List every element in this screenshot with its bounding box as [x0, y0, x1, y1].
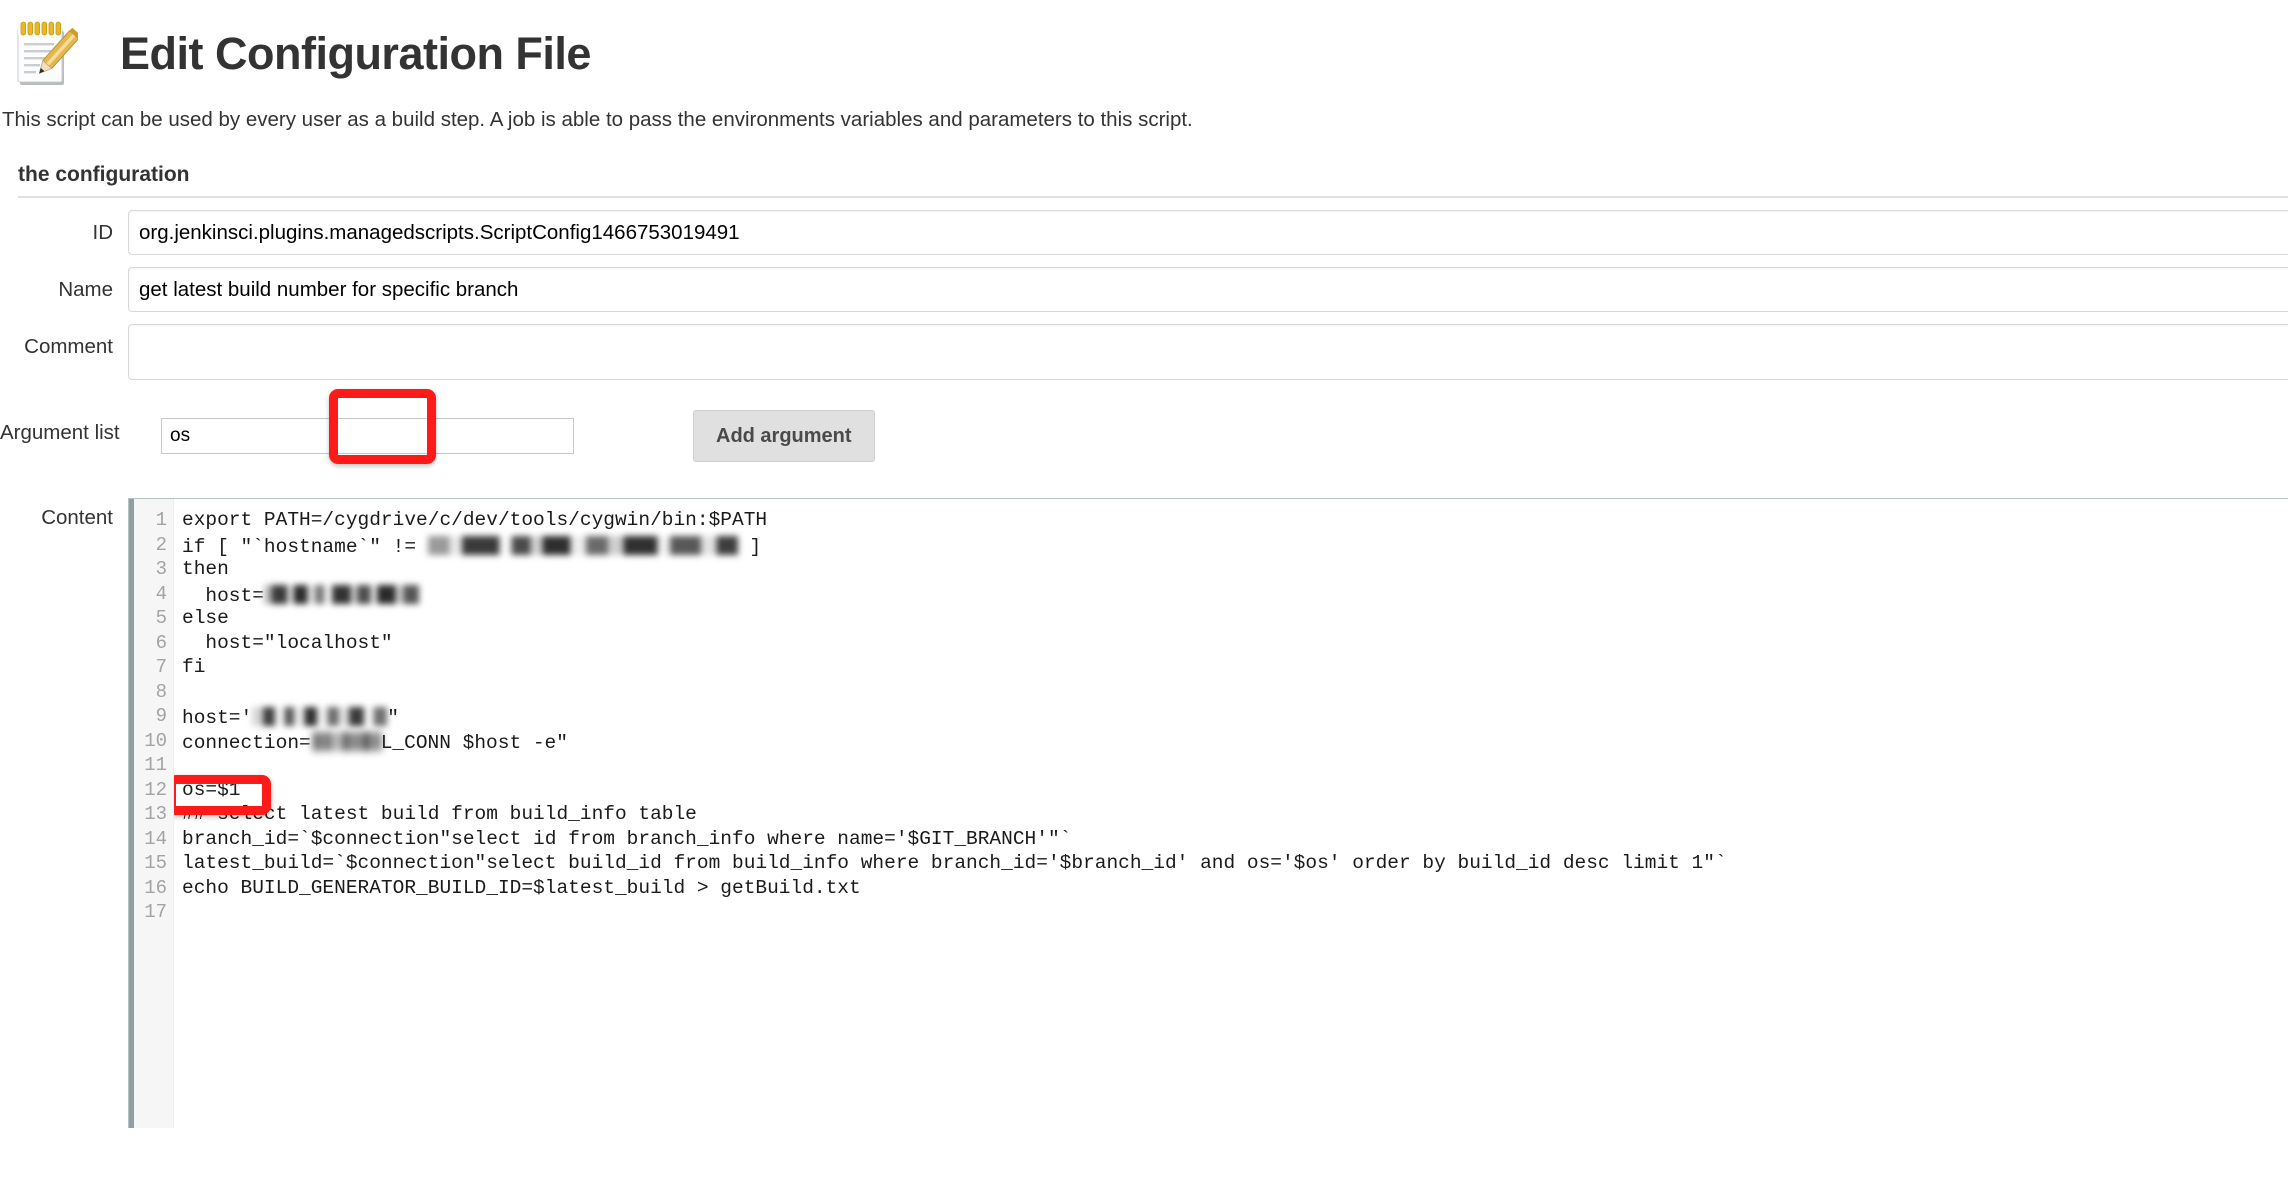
line-number: 8 — [155, 680, 167, 703]
content-label: Content — [41, 506, 113, 529]
code-text: ] — [737, 535, 762, 558]
code-line-4: host= — [182, 582, 2288, 607]
form-row-content: Content 1 2 3 4 5 6 7 8 9 10 11 12 13 14 15 16 17 export… — [0, 498, 2288, 1128]
code-line-13: ## select latest build from build_info t… — [182, 803, 697, 825]
code-line-6: host="localhost" — [182, 631, 393, 654]
page-header: Edit Configuration File — [0, 0, 2288, 92]
comment-label: Comment — [24, 335, 113, 358]
line-number: 10 — [144, 729, 167, 752]
id-input[interactable] — [128, 210, 2288, 255]
section-title: the configuration — [18, 163, 190, 186]
comment-field-wrap — [128, 324, 2288, 380]
code-editor[interactable]: 1 2 3 4 5 6 7 8 9 10 11 12 13 14 15 16 17 export PATH=/c… — [128, 498, 2288, 1128]
form-row-comment: Comment — [0, 324, 2288, 380]
redacted-text — [427, 535, 738, 555]
name-label: Name — [58, 278, 113, 301]
line-number: 16 — [144, 876, 167, 899]
code-line-14: branch_id=`$connection"select id from br… — [182, 827, 1072, 850]
line-number: 14 — [144, 827, 167, 850]
code-text: " — [387, 707, 399, 729]
form-row-id: ID — [0, 210, 2288, 255]
comment-input[interactable] — [128, 324, 2288, 380]
name-input[interactable] — [128, 267, 2288, 312]
line-number: 7 — [155, 656, 167, 678]
editor-line-number-gutter: 1 2 3 4 5 6 7 8 9 10 11 12 13 14 15 16 17 — [134, 499, 174, 1128]
line-number: 1 — [155, 509, 167, 531]
add-argument-button[interactable]: Add argument — [693, 410, 875, 462]
line-number: 13 — [144, 803, 167, 825]
form-row-argument-list: Argument list Add argument — [0, 389, 2288, 464]
line-number: 3 — [155, 558, 167, 580]
editor-code-area[interactable]: export PATH=/cygdrive/c/dev/tools/cygwin… — [174, 499, 2288, 1128]
redacted-text — [252, 707, 388, 726]
page-title: Edit Configuration File — [120, 27, 591, 79]
line-number: 9 — [155, 705, 167, 727]
argument-list-label: Argument list — [0, 421, 120, 444]
notepad-pencil-icon — [14, 21, 82, 87]
section-divider — [18, 196, 2288, 198]
form-row-name: Name — [0, 267, 2288, 312]
id-label: ID — [92, 221, 114, 244]
argument-input[interactable] — [161, 418, 574, 454]
line-number: 4 — [155, 582, 167, 605]
name-field-wrap — [128, 267, 2288, 312]
code-line-2: if [ "`hostname`" != ] — [182, 533, 2288, 558]
line-number: 11 — [144, 754, 167, 776]
edit-configuration-file-page: Edit Configuration File This script can … — [0, 0, 2288, 1192]
code-line-5: else — [182, 607, 229, 629]
redacted-text — [263, 584, 419, 604]
line-number: 17 — [144, 901, 167, 923]
id-field-wrap — [128, 210, 2288, 255]
code-text: host= — [182, 584, 264, 607]
code-line-3: then — [182, 558, 229, 580]
code-line-1: export PATH=/cygdrive/c/dev/tools/cygwin… — [182, 509, 768, 531]
argument-list-field-wrap: Add argument — [128, 389, 2288, 464]
line-number: 5 — [155, 607, 167, 629]
code-text: L_CONN $host -e" — [380, 731, 568, 754]
code-text: connection= — [182, 731, 311, 754]
code-text: if [ "`hostname`" != — [182, 535, 428, 558]
code-line-16: echo BUILD_GENERATOR_BUILD_ID=$latest_bu… — [182, 876, 861, 899]
code-line-9: host=' " — [182, 704, 2288, 729]
code-line-7: fi — [182, 656, 206, 678]
page-description: This script can be used by every user as… — [2, 108, 1193, 131]
line-number: 6 — [155, 631, 167, 654]
code-line-10: connection= L_CONN $host -e" — [182, 729, 2288, 754]
argument-row: Add argument — [128, 389, 2288, 464]
line-number: 12 — [144, 778, 167, 801]
redacted-text — [310, 731, 381, 751]
code-text: host=' — [182, 707, 253, 729]
line-number: 15 — [144, 852, 167, 874]
code-line-15: latest_build=`$connection"select build_i… — [182, 852, 1727, 874]
line-number: 2 — [155, 533, 167, 556]
code-line-12: os=$1 — [182, 778, 241, 801]
